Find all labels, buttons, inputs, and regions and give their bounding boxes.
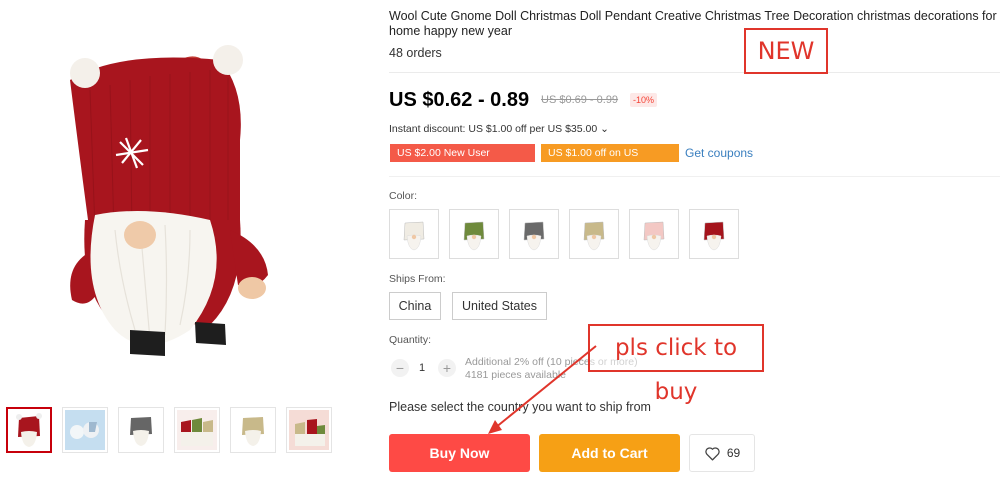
divider xyxy=(389,72,1000,73)
store-coupon[interactable]: US $1.00 off on US $16.00 xyxy=(541,144,679,177)
buy-now-button[interactable]: Buy Now xyxy=(389,434,530,472)
color-swatch-5[interactable] xyxy=(629,209,679,259)
new-annotation: NEW xyxy=(744,28,828,74)
color-swatch-1[interactable] xyxy=(389,209,439,259)
gnome-thumbnail xyxy=(583,221,605,251)
ship-option-united-states[interactable]: United States xyxy=(452,292,547,320)
order-count: 48 orders xyxy=(389,46,442,60)
gnome-thumbnail xyxy=(403,221,425,251)
product-main-image xyxy=(40,30,300,370)
original-price: US $0.69 - 0.99 xyxy=(541,94,619,106)
heart-icon xyxy=(705,446,720,461)
discount-badge: -10% xyxy=(630,93,658,107)
click-to-buy-annotation: pls click to buy xyxy=(588,324,764,405)
color-label: Color: xyxy=(389,190,418,202)
thumbnail-strip xyxy=(6,407,332,453)
thumbnail-grey-gnome[interactable] xyxy=(118,407,164,453)
wishlist-count: 69 xyxy=(726,446,741,460)
gnome-thumbnail xyxy=(703,221,725,251)
color-swatch-6[interactable] xyxy=(689,209,739,259)
new-user-coupon[interactable]: US $2.00 New User Coupon xyxy=(390,144,535,177)
thumbnail-light-blue[interactable] xyxy=(62,407,108,453)
instant-discount[interactable]: Instant discount: US $1.00 off per US $3… xyxy=(389,123,609,135)
quantity-increase-button[interactable]: + xyxy=(438,359,456,377)
quantity-decrease-button[interactable]: − xyxy=(391,359,409,377)
color-swatch-3[interactable] xyxy=(509,209,559,259)
gnome-thumbnail xyxy=(643,221,665,251)
ship-option-china[interactable]: China xyxy=(389,292,441,320)
gnome-thumbnail xyxy=(463,221,485,251)
price: US $0.62 - 0.89 xyxy=(389,89,530,111)
thumbnail-beige-gnome[interactable] xyxy=(230,407,276,453)
color-swatch-2[interactable] xyxy=(449,209,499,259)
wishlist-button[interactable]: 69 xyxy=(689,434,755,472)
quantity-value[interactable]: 1 xyxy=(419,362,425,374)
add-to-cart-button[interactable]: Add to Cart xyxy=(539,434,680,472)
gnome-thumbnail xyxy=(523,221,545,251)
thumbnail-group[interactable] xyxy=(174,407,220,453)
divider xyxy=(389,176,1000,177)
get-coupons-link[interactable]: Get coupons xyxy=(685,146,753,160)
product-title: Wool Cute Gnome Doll Christmas Doll Pend… xyxy=(389,9,997,38)
ships-from-label: Ships From: xyxy=(389,273,446,285)
color-swatch-4[interactable] xyxy=(569,209,619,259)
ship-country-message: Please select the country you want to sh… xyxy=(389,400,651,414)
thumbnail-pink-group[interactable] xyxy=(286,407,332,453)
thumbnail-red-gnome[interactable] xyxy=(6,407,52,453)
quantity-label: Quantity: xyxy=(389,334,432,346)
